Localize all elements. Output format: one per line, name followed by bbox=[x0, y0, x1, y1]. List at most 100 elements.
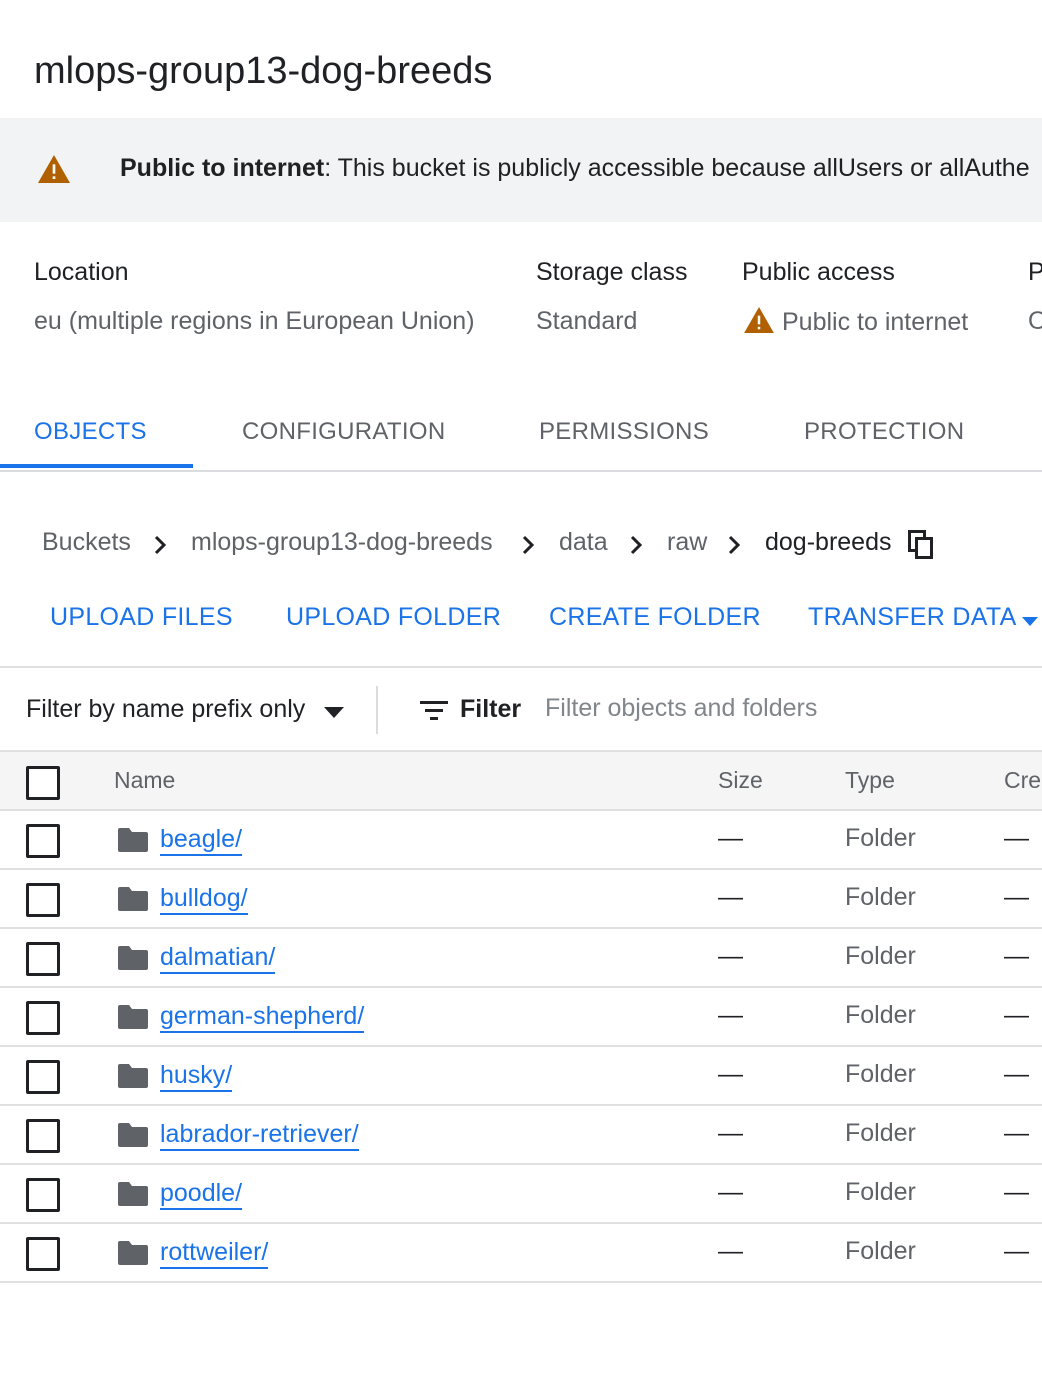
protection-label: P bbox=[1028, 258, 1042, 286]
filter-mode-select[interactable]: Filter by name prefix only bbox=[26, 695, 305, 724]
size-cell: — bbox=[718, 1001, 743, 1029]
row-checkbox[interactable] bbox=[26, 942, 60, 976]
active-tab-indicator bbox=[0, 464, 193, 468]
location-label: Location bbox=[34, 258, 129, 286]
folder-icon bbox=[118, 946, 148, 975]
folder-link[interactable]: german-shepherd/ bbox=[160, 1001, 365, 1033]
created-cell: — bbox=[1004, 1237, 1029, 1265]
banner-message: Public to internet: This bucket is publi… bbox=[120, 154, 1030, 183]
folder-icon bbox=[118, 828, 148, 857]
warning-icon bbox=[744, 307, 774, 340]
type-cell: Folder bbox=[845, 1119, 916, 1147]
upload-files-button[interactable]: UPLOAD FILES bbox=[50, 603, 233, 632]
created-cell: — bbox=[1004, 824, 1029, 852]
size-cell: — bbox=[718, 883, 743, 911]
column-header-type[interactable]: Type bbox=[845, 767, 895, 794]
size-cell: — bbox=[718, 1119, 743, 1147]
row-checkbox[interactable] bbox=[26, 883, 60, 917]
chevron-right-icon bbox=[724, 532, 744, 565]
row-checkbox[interactable] bbox=[26, 824, 60, 858]
table-header: Name Size Type Cre bbox=[0, 750, 1042, 811]
chevron-right-icon bbox=[150, 532, 170, 565]
banner-bold-text: Public to internet bbox=[120, 154, 325, 182]
folder-link[interactable]: beagle/ bbox=[160, 824, 243, 856]
breadcrumb-buckets[interactable]: Buckets bbox=[42, 528, 131, 557]
filter-icon bbox=[420, 700, 448, 727]
chevron-right-icon bbox=[626, 532, 646, 565]
type-cell: Folder bbox=[845, 1178, 916, 1206]
column-header-name[interactable]: Name bbox=[114, 767, 175, 794]
copy-icon[interactable] bbox=[908, 530, 934, 567]
breadcrumb-data[interactable]: data bbox=[559, 528, 608, 557]
size-cell: — bbox=[718, 824, 743, 852]
tab-bar: OBJECTS CONFIGURATION PERMISSIONS PROTEC… bbox=[0, 398, 1042, 472]
row-checkbox[interactable] bbox=[26, 1119, 60, 1153]
public-access-value: Public to internet bbox=[744, 307, 968, 340]
created-cell: — bbox=[1004, 1060, 1029, 1088]
folder-link[interactable]: rottweiler/ bbox=[160, 1237, 269, 1269]
folder-icon bbox=[118, 1241, 148, 1270]
table-row[interactable]: dalmatian/ — Folder — bbox=[0, 929, 1042, 988]
table-row[interactable]: husky/ — Folder — bbox=[0, 1047, 1042, 1106]
banner-body-text: : This bucket is publicly accessible bec… bbox=[324, 154, 1030, 182]
tab-protection[interactable]: PROTECTION bbox=[804, 418, 964, 446]
folder-icon bbox=[118, 1123, 148, 1152]
caret-down-icon[interactable] bbox=[1022, 614, 1038, 632]
table-row[interactable]: labrador-retriever/ — Folder — bbox=[0, 1106, 1042, 1165]
created-cell: — bbox=[1004, 1001, 1029, 1029]
created-cell: — bbox=[1004, 942, 1029, 970]
type-cell: Folder bbox=[845, 883, 916, 911]
select-all-checkbox[interactable] bbox=[26, 766, 60, 800]
warning-icon bbox=[38, 155, 70, 188]
column-header-size[interactable]: Size bbox=[718, 767, 763, 794]
storage-class-label: Storage class bbox=[536, 258, 688, 286]
folder-link[interactable]: husky/ bbox=[160, 1060, 233, 1092]
folder-icon bbox=[118, 1005, 148, 1034]
chevron-right-icon bbox=[518, 532, 538, 565]
folder-link[interactable]: dalmatian/ bbox=[160, 942, 276, 974]
public-access-text: Public to internet bbox=[782, 308, 969, 336]
created-cell: — bbox=[1004, 1178, 1029, 1206]
row-checkbox[interactable] bbox=[26, 1237, 60, 1271]
type-cell: Folder bbox=[845, 1001, 916, 1029]
storage-class-value: Standard bbox=[536, 307, 638, 335]
tab-configuration[interactable]: CONFIGURATION bbox=[242, 418, 445, 446]
folder-link[interactable]: labrador-retriever/ bbox=[160, 1119, 359, 1151]
tab-permissions[interactable]: PERMISSIONS bbox=[539, 418, 709, 446]
folder-icon bbox=[118, 887, 148, 916]
type-cell: Folder bbox=[845, 942, 916, 970]
table-row[interactable]: poodle/ — Folder — bbox=[0, 1165, 1042, 1224]
filter-bar: Filter by name prefix only Filter bbox=[0, 666, 1042, 752]
table-row[interactable]: bulldog/ — Folder — bbox=[0, 870, 1042, 929]
type-cell: Folder bbox=[845, 1237, 916, 1265]
upload-folder-button[interactable]: UPLOAD FOLDER bbox=[286, 603, 501, 632]
public-access-label: Public access bbox=[742, 258, 895, 286]
type-cell: Folder bbox=[845, 1060, 916, 1088]
breadcrumb-current: dog-breeds bbox=[765, 528, 892, 556]
size-cell: — bbox=[718, 1178, 743, 1206]
create-folder-button[interactable]: CREATE FOLDER bbox=[549, 603, 761, 632]
filter-input[interactable] bbox=[545, 688, 1015, 728]
column-header-created[interactable]: Cre bbox=[1004, 767, 1041, 794]
transfer-data-button[interactable]: TRANSFER DATA bbox=[808, 603, 1017, 632]
folder-icon bbox=[118, 1064, 148, 1093]
caret-down-icon[interactable] bbox=[324, 706, 344, 724]
size-cell: — bbox=[718, 1060, 743, 1088]
bucket-details-page: mlops-group13-dog-breeds Public to inter… bbox=[0, 0, 1042, 1382]
protection-value: O bbox=[1028, 307, 1042, 335]
table-row[interactable]: german-shepherd/ — Folder — bbox=[0, 988, 1042, 1047]
tab-objects[interactable]: OBJECTS bbox=[34, 418, 147, 446]
page-title: mlops-group13-dog-breeds bbox=[34, 50, 493, 92]
row-checkbox[interactable] bbox=[26, 1178, 60, 1212]
breadcrumb-bucket[interactable]: mlops-group13-dog-breeds bbox=[191, 528, 493, 557]
row-checkbox[interactable] bbox=[26, 1001, 60, 1035]
breadcrumb-raw[interactable]: raw bbox=[667, 528, 707, 557]
objects-table: Name Size Type Cre beagle/— Folder — bulldo… bbox=[0, 750, 1042, 1283]
row-checkbox[interactable] bbox=[26, 1060, 60, 1094]
folder-link[interactable]: bulldog/ bbox=[160, 883, 248, 915]
folder-link[interactable]: poodle/ bbox=[160, 1178, 243, 1210]
table-row[interactable]: beagle/ — Folder — bbox=[0, 811, 1042, 870]
table-row[interactable]: rottweiler/ — Folder — bbox=[0, 1224, 1042, 1283]
type-cell: Folder bbox=[845, 824, 916, 852]
created-cell: — bbox=[1004, 883, 1029, 911]
